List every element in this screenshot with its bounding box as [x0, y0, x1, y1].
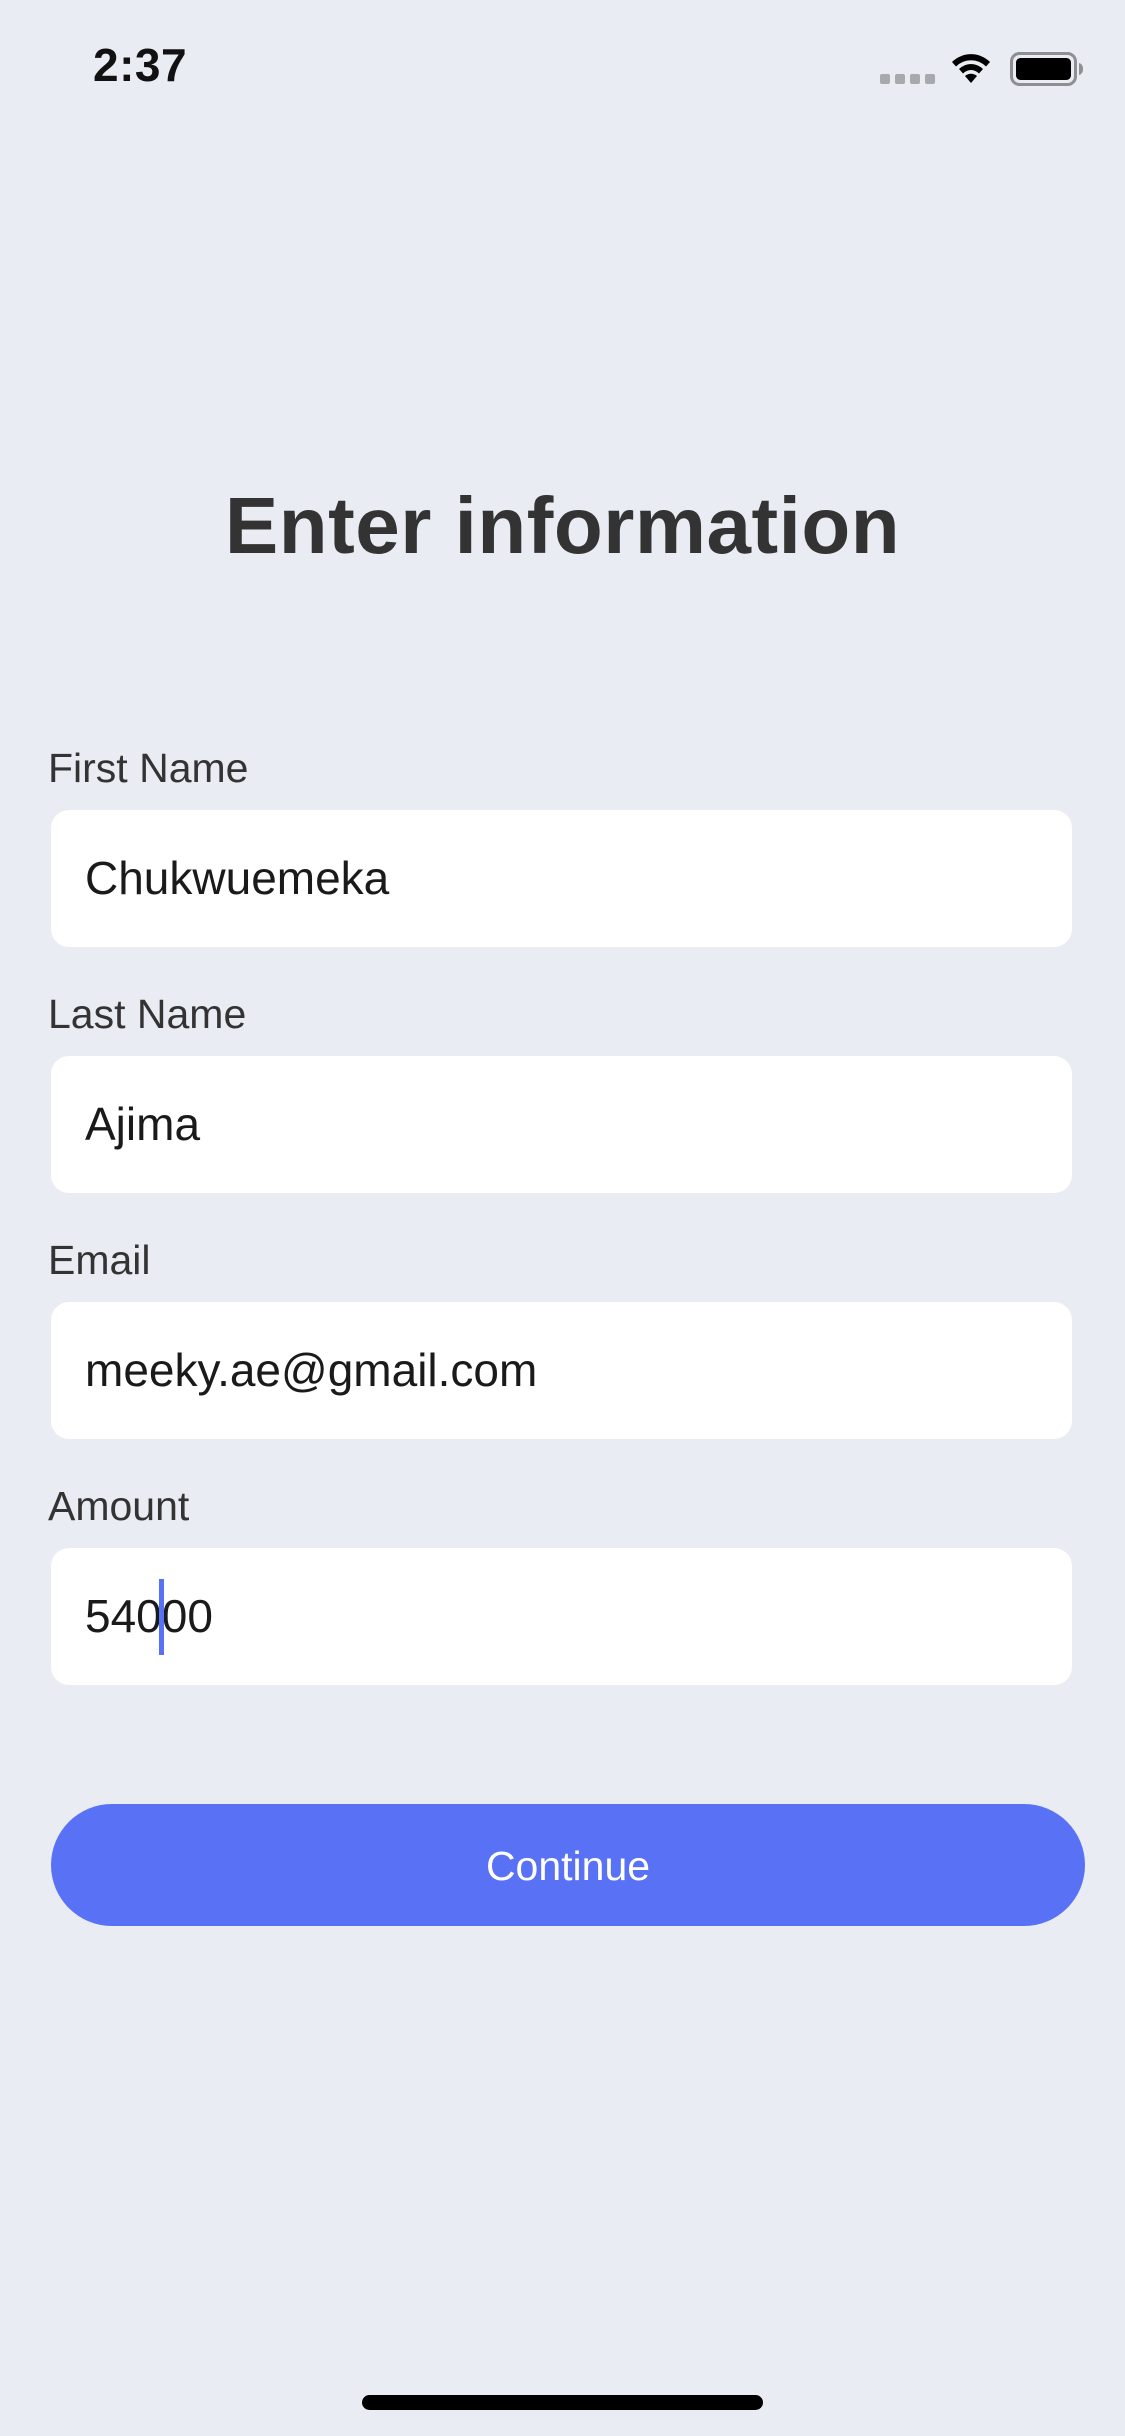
amount-value-before-cursor: 540: [85, 1590, 162, 1642]
status-time: 2:37: [93, 39, 188, 91]
email-value: meeky.ae@gmail.com: [85, 1344, 538, 1396]
amount-field[interactable]: 54000: [51, 1548, 1072, 1685]
status-bar: 2:37: [0, 0, 1125, 140]
first-name-field[interactable]: Chukwuemeka: [51, 810, 1072, 947]
email-label: Email: [48, 1237, 151, 1283]
text-cursor: [158, 1578, 164, 1655]
last-name-value: Ajima: [85, 1098, 201, 1150]
first-name-label: First Name: [48, 745, 249, 791]
home-indicator[interactable]: [362, 2395, 763, 2410]
amount-value-after-cursor: 00: [161, 1590, 213, 1642]
signal-icon: [880, 74, 935, 84]
amount-value: 54000: [85, 1548, 213, 1685]
page-title: Enter information: [224, 481, 901, 570]
battery-icon: [1010, 52, 1083, 86]
email-field[interactable]: meeky.ae@gmail.com: [51, 1302, 1072, 1439]
continue-button[interactable]: Continue: [51, 1804, 1085, 1926]
amount-label: Amount: [48, 1483, 190, 1529]
last-name-label: Last Name: [48, 991, 247, 1037]
last-name-field[interactable]: Ajima: [51, 1056, 1072, 1193]
first-name-value: Chukwuemeka: [85, 852, 390, 904]
wifi-icon: [952, 54, 990, 83]
